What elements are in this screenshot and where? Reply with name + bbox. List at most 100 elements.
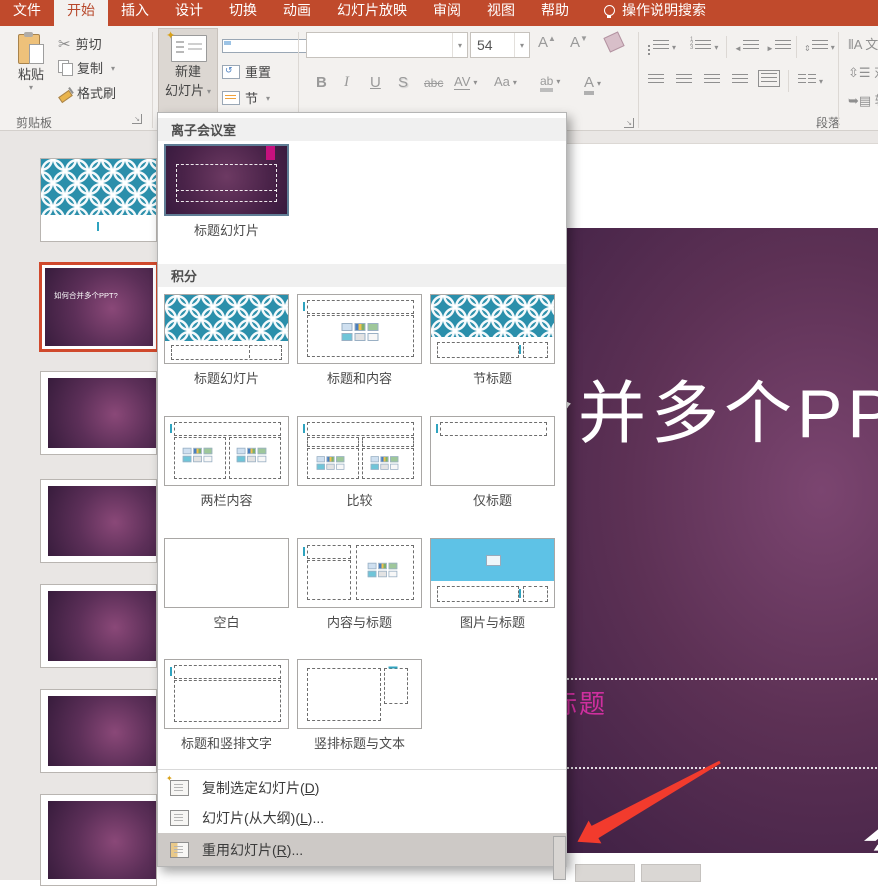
tab-insert[interactable]: 插入 xyxy=(108,0,162,26)
character-spacing-button[interactable]: AV xyxy=(454,74,477,89)
align-right-icon xyxy=(704,74,720,85)
tab-design[interactable]: 设计 xyxy=(162,0,216,26)
layout-option-comparison[interactable]: 比较 xyxy=(297,416,422,509)
font-dialog-launcher[interactable] xyxy=(624,118,634,128)
font-size-combobox[interactable]: 54 ▾ xyxy=(470,32,530,58)
bold-button[interactable]: B xyxy=(316,74,327,91)
watermark-logo-icon xyxy=(864,813,878,865)
increase-indent-button[interactable]: ► xyxy=(766,38,791,56)
line-spacing-button[interactable]: ⇕ xyxy=(804,38,835,56)
font-name-combobox[interactable]: ▾ xyxy=(306,32,468,58)
tell-me-search[interactable]: 操作说明搜索 xyxy=(582,0,716,26)
font-color-button[interactable]: A xyxy=(584,74,601,91)
reset-button[interactable]: 重置 xyxy=(222,62,271,81)
accent-tab xyxy=(266,146,275,160)
layout-option-title-and-content[interactable]: 标题和内容 xyxy=(297,294,422,387)
convert-smartart-button[interactable]: ➥▤ 转换 xyxy=(848,90,878,109)
tab-transitions[interactable]: 切换 xyxy=(216,0,270,26)
layout-option-title-only[interactable]: 仅标题 xyxy=(430,416,555,509)
clipboard-dialog-launcher[interactable] xyxy=(132,114,142,124)
layout-option-two-content[interactable]: 两栏内容 xyxy=(164,416,289,509)
tab-review[interactable]: 审阅 xyxy=(420,0,474,26)
text-direction-button[interactable]: ⦀A 文字方向 xyxy=(848,34,878,53)
decrease-indent-button[interactable]: ◄ xyxy=(734,38,759,56)
paste-button[interactable]: 粘贴 ▾ xyxy=(8,30,54,108)
font-size-dropdown-arrow[interactable]: ▾ xyxy=(514,33,529,57)
layout-thumbnail xyxy=(164,538,289,608)
slide-thumbnail-1[interactable] xyxy=(40,158,157,242)
italic-button[interactable]: I xyxy=(344,74,349,91)
tab-home[interactable]: 开始 xyxy=(54,0,108,26)
layout-thumbnail xyxy=(430,538,555,608)
tab-file[interactable]: 文件 xyxy=(0,0,54,26)
layout-label: 仅标题 xyxy=(430,490,555,509)
clear-formatting-icon[interactable] xyxy=(603,31,624,52)
slide-thumbnail-5[interactable] xyxy=(40,584,157,668)
tab-slideshow[interactable]: 幻灯片放映 xyxy=(324,0,420,26)
section-icon xyxy=(222,91,240,105)
line-spacing-icon: ⇕ xyxy=(804,44,811,53)
slide3-content xyxy=(48,378,156,448)
tab-help[interactable]: 帮助 xyxy=(528,0,582,26)
red-annotation-arrow xyxy=(552,738,752,873)
new-slide-dropdown-arrow[interactable] xyxy=(204,83,211,98)
layout-option-content-with-caption[interactable]: 内容与标题 xyxy=(297,538,422,631)
tab-view[interactable]: 视图 xyxy=(474,0,528,26)
menu-item-duplicate-selected-slides[interactable]: 复制选定幻灯片(D) xyxy=(158,773,566,803)
slide-thumbnail-4[interactable] xyxy=(40,479,157,563)
decrease-font-size-button[interactable]: A▼ xyxy=(570,34,588,51)
layout-option-title-slide[interactable]: 标题幻灯片 xyxy=(164,294,289,387)
font-color-arrow xyxy=(594,74,601,91)
convert-smartart-icon: ➥▤ xyxy=(848,93,871,108)
underline-button[interactable]: U xyxy=(370,74,381,91)
copy-dropdown-arrow[interactable] xyxy=(108,60,115,75)
menu-item-label: 复制选定幻灯片(D) xyxy=(202,778,319,798)
slide7-content xyxy=(48,801,156,879)
menu-item-reuse-slides[interactable]: 重用幻灯片(R)... xyxy=(158,833,566,866)
distribute-button[interactable] xyxy=(758,70,780,87)
format-painter-icon xyxy=(58,86,72,100)
layout-option-picture-with-caption[interactable]: 图片与标题 xyxy=(430,538,555,631)
change-case-button[interactable]: Aa xyxy=(494,74,517,89)
increase-font-size-button[interactable]: A▲ xyxy=(538,34,556,51)
layout-button[interactable]: 版式 xyxy=(222,36,260,55)
align-left-button[interactable] xyxy=(648,72,664,90)
distribute-icon xyxy=(761,73,777,84)
align-right-button[interactable] xyxy=(704,72,720,90)
tab-animations[interactable]: 动画 xyxy=(270,0,324,26)
slide-thumbnail-2-selected[interactable]: 如何合并多个PPT? xyxy=(39,262,159,352)
cut-button[interactable]: 剪切 xyxy=(58,34,102,53)
paste-dropdown-arrow[interactable]: ▾ xyxy=(8,83,54,92)
layout-option-title-vertical-text[interactable]: 标题和竖排文字 xyxy=(164,659,289,752)
columns-button[interactable] xyxy=(798,72,823,90)
format-painter-button[interactable]: 格式刷 xyxy=(58,83,116,102)
justify-button[interactable] xyxy=(732,72,748,90)
slide-thumbnail-6[interactable] xyxy=(40,689,157,773)
slide2-title-text: 如何合并多个PPT? xyxy=(54,290,118,301)
numbering-button[interactable]: 123 xyxy=(690,38,718,56)
slide-thumbnail-7[interactable] xyxy=(40,794,157,886)
bullets-button[interactable] xyxy=(648,38,676,56)
menu-item-label: 重用幻灯片(R)... xyxy=(202,840,303,860)
menu-item-slides-from-outline[interactable]: 幻灯片(从大纲)(L)... xyxy=(158,803,566,833)
layout-option-ion-title[interactable]: 标题幻灯片 xyxy=(164,144,289,239)
new-slide-dropdown: 离子会议室 标题幻灯片 积分 标题幻灯片 标题和内容 xyxy=(157,112,567,867)
new-slide-button[interactable]: ✦ 新建 幻灯片 xyxy=(158,28,218,114)
strikethrough-button[interactable]: abc xyxy=(424,76,443,90)
new-slide-label-line2: 幻灯片 xyxy=(159,80,217,99)
menu-item-label: 幻灯片(从大纲)(L)... xyxy=(202,808,324,828)
align-center-button[interactable] xyxy=(676,72,692,90)
layout-thumbnail xyxy=(430,416,555,486)
highlight-color-button[interactable]: ab xyxy=(540,74,560,88)
section-button[interactable]: 节 xyxy=(222,88,270,107)
layout-option-vertical-title-text[interactable]: 竖排标题与文本 xyxy=(297,659,422,752)
layout-option-blank[interactable]: 空白 xyxy=(164,538,289,631)
align-text-icon: ⇳☰ xyxy=(848,65,871,80)
copy-button[interactable]: 复制 xyxy=(58,58,115,77)
layout-thumbnail xyxy=(430,294,555,364)
text-shadow-button[interactable]: S xyxy=(398,74,408,91)
align-text-button[interactable]: ⇳☰ 对齐文本 xyxy=(848,62,878,81)
layout-option-section-header[interactable]: 节标题 xyxy=(430,294,555,387)
font-name-dropdown-arrow[interactable]: ▾ xyxy=(452,33,467,57)
slide-thumbnail-3[interactable] xyxy=(40,371,157,455)
